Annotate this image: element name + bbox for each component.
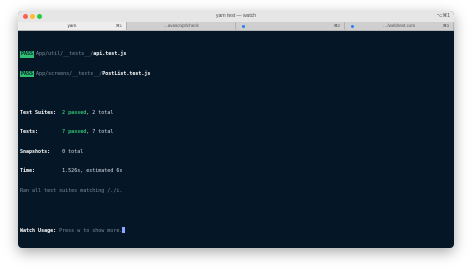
summary-label: Tests: bbox=[20, 129, 39, 135]
tab-shortcut: ⌘2 bbox=[333, 23, 340, 28]
tab-label: …/web/test.com bbox=[382, 23, 416, 28]
watch-usage-label: Watch Usage: bbox=[20, 227, 57, 234]
tab-web[interactable]: …/web/test.com ⌘3 bbox=[345, 22, 454, 30]
summary-label: Snapshots: bbox=[20, 148, 51, 155]
summary-label: Time: bbox=[20, 168, 36, 174]
ran-all-line: Ran all test suites matching /./i. bbox=[20, 187, 123, 194]
watch-usage-text: Press w to show more. bbox=[56, 227, 123, 234]
tab-check[interactable]: …avascript/check bbox=[127, 22, 236, 30]
summary-time: Time: 1.526s, estimated 6s bbox=[20, 168, 452, 175]
suites-total: , 2 total bbox=[86, 109, 114, 116]
time-value: 1.526s, estimated 6s bbox=[62, 168, 123, 174]
tab-shortcut: ⌘3 bbox=[442, 23, 449, 28]
tab-yarn[interactable]: yarn ⌘1 bbox=[18, 22, 127, 30]
tests-total: , 7 total bbox=[86, 129, 114, 135]
tab-activity-dot-icon bbox=[351, 24, 354, 28]
terminal-cursor bbox=[122, 226, 126, 233]
terminal-window: yarn test — watch ⌥⌘1 yarn ⌘1 …avascript… bbox=[18, 11, 454, 248]
tests-passed: 7 passed bbox=[62, 129, 87, 135]
test-file-dir: App/screens/__tests__/ bbox=[36, 70, 103, 77]
tab-label: yarn bbox=[67, 23, 77, 28]
test-file-dir: App/util/__tests__/ bbox=[36, 51, 94, 57]
tab-bar: yarn ⌘1 …avascript/check ⌘2 …/web/test.c… bbox=[18, 22, 454, 31]
snapshots-value: 0 total bbox=[62, 148, 84, 155]
test-file-name: PostList.test.js bbox=[102, 70, 151, 77]
pass-badge: PASS bbox=[20, 51, 35, 58]
test-result-line: PASS App/screens/__tests__/PostList.test.… bbox=[20, 70, 452, 77]
tab-activity-dot-icon bbox=[242, 24, 245, 28]
window-shortcut: ⌥⌘1 bbox=[436, 13, 450, 19]
terminal-output[interactable]: PASS App/util/__tests__/api.test.js PASS A… bbox=[20, 38, 452, 248]
suites-passed: 2 passed bbox=[62, 109, 87, 116]
watch-usage-line: Watch Usage: Press w to show more. bbox=[20, 226, 452, 234]
tab-label: …avascript/check bbox=[163, 23, 199, 28]
window-title: yarn test — watch bbox=[215, 13, 256, 19]
summary-tests: Tests: 7 passed, 7 total bbox=[20, 129, 452, 136]
test-result-line: PASS App/util/__tests__/api.test.js bbox=[20, 51, 452, 58]
summary-suites: Test Suites: 2 passed, 2 total bbox=[20, 110, 452, 117]
tab-third[interactable]: ⌘2 bbox=[236, 22, 345, 30]
tab-shortcut: ⌘1 bbox=[115, 23, 122, 28]
summary-snapshots: Snapshots: 0 total bbox=[20, 149, 452, 156]
test-file-name: api.test.js bbox=[93, 51, 127, 57]
pass-badge: PASS bbox=[20, 70, 35, 77]
summary-label: Test Suites: bbox=[20, 109, 57, 116]
